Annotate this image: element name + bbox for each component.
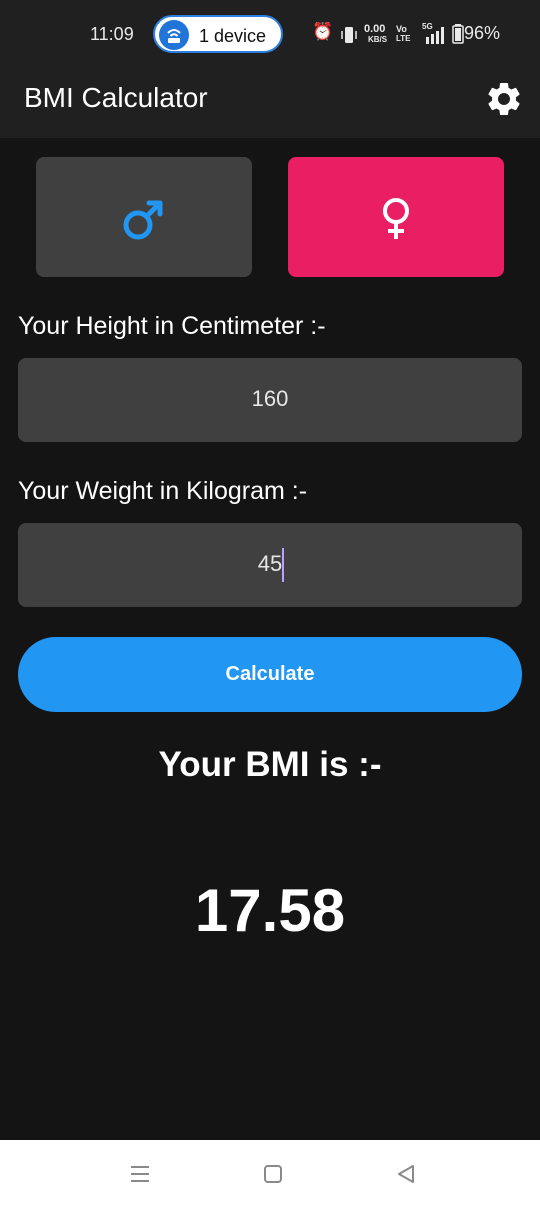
female-symbol-icon: [383, 198, 409, 239]
device-count-label: 1 device: [199, 26, 267, 46]
weight-value: 45: [257, 551, 283, 576]
battery-percent: 96%: [464, 23, 501, 43]
male-gender-card[interactable]: [36, 157, 252, 277]
male-symbol-icon: [123, 200, 163, 240]
battery-icon: [452, 24, 464, 44]
calculate-button[interactable]: Calculate: [18, 637, 522, 712]
height-input[interactable]: 160: [18, 358, 522, 442]
lte-label: LTE: [396, 34, 411, 43]
settings-button[interactable]: [484, 79, 524, 119]
signal-icon: [426, 27, 444, 44]
height-label: Your Height in Centimeter :-: [18, 312, 326, 340]
bmi-result-value: 17.58: [194, 877, 346, 944]
volte-label: Vo: [396, 24, 407, 34]
gear-icon: [488, 82, 520, 115]
vibrate-icon: [341, 27, 357, 43]
weight-input[interactable]: 45: [18, 523, 522, 607]
hotspot-icon: [159, 20, 189, 50]
bmi-result-heading: Your BMI is :-: [158, 745, 382, 784]
hotspot-device-pill[interactable]: 1 device: [153, 15, 283, 53]
app-bar: BMI Calculator: [0, 68, 540, 138]
system-nav-bar: [0, 1140, 540, 1206]
alarm-icon: ⏰: [312, 22, 334, 41]
text-cursor: [282, 548, 284, 582]
weight-label: Your Weight in Kilogram :-: [18, 477, 308, 505]
home-icon[interactable]: [259, 1160, 287, 1188]
status-time: 11:09: [90, 24, 134, 44]
network-speed-value: 0.00: [364, 23, 386, 35]
back-icon[interactable]: [392, 1160, 420, 1188]
status-bar: 11:09 1 device ⏰ 0.00 KB/S Vo LTE 5G 96%: [0, 0, 540, 68]
menu-icon[interactable]: [126, 1160, 154, 1188]
network-speed-unit: KB/S: [368, 35, 388, 44]
app-title: BMI Calculator: [24, 82, 208, 113]
height-value: 160: [251, 386, 289, 411]
female-gender-card[interactable]: [288, 157, 504, 277]
calculate-label: Calculate: [225, 663, 315, 685]
